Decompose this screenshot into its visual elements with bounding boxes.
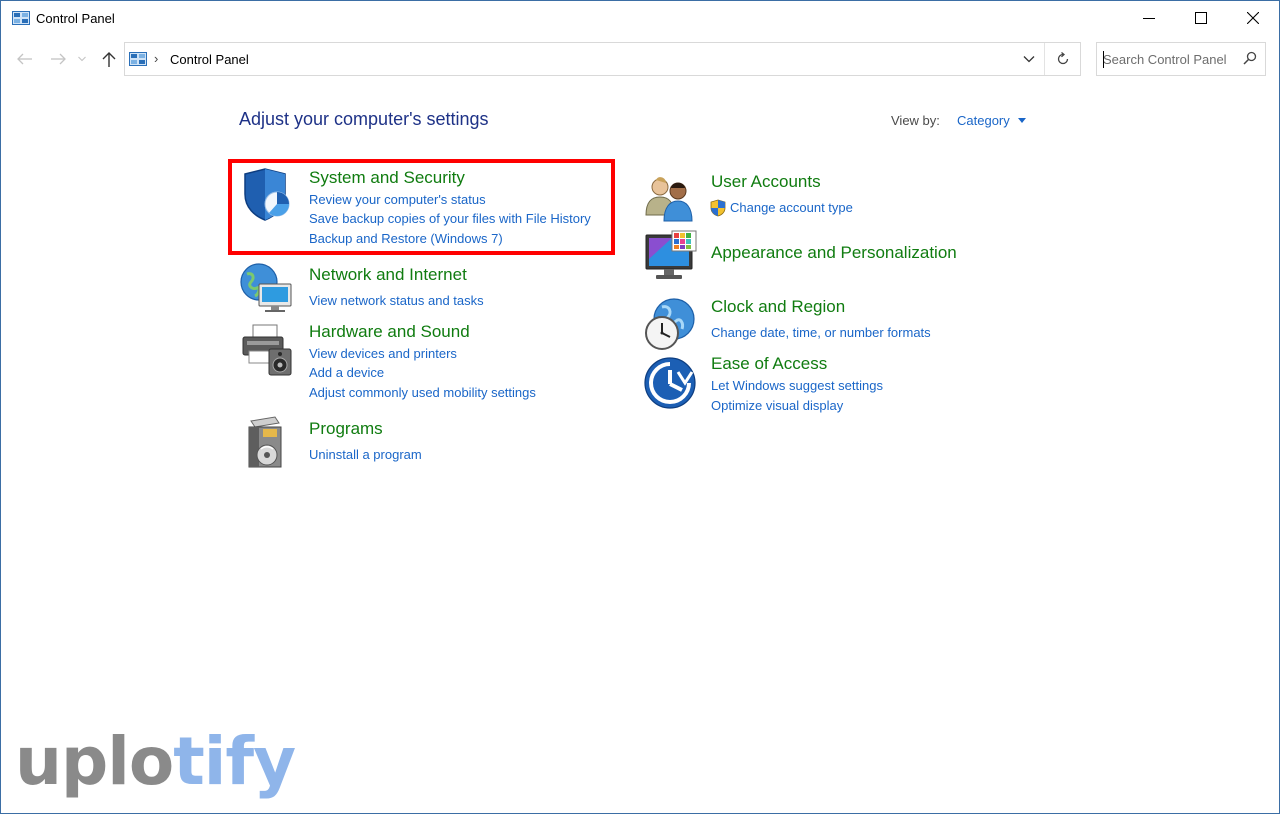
highlight-box — [228, 159, 615, 255]
watermark-logo: uplotify — [15, 723, 296, 800]
printer-icon[interactable] — [239, 321, 295, 377]
forward-arrow-icon — [51, 53, 66, 65]
control-panel-icon — [129, 52, 147, 66]
network-status-link[interactable]: View network status and tasks — [309, 293, 484, 308]
optimize-display-link[interactable]: Optimize visual display — [711, 398, 843, 413]
control-panel-icon — [12, 11, 30, 25]
uninstall-program-link[interactable]: Uninstall a program — [309, 447, 422, 462]
programs-link[interactable]: Programs — [309, 419, 383, 439]
view-by-label: View by: — [891, 113, 940, 128]
address-dropdown-button[interactable] — [1014, 43, 1044, 75]
up-button[interactable] — [96, 45, 122, 73]
search-box[interactable] — [1096, 42, 1266, 76]
refresh-icon — [1057, 52, 1069, 65]
search-icon[interactable] — [1243, 51, 1257, 65]
back-button[interactable] — [12, 45, 38, 73]
user-accounts-link[interactable]: User Accounts — [711, 172, 821, 192]
maximize-icon — [1195, 12, 1207, 24]
network-internet-link[interactable]: Network and Internet — [309, 265, 467, 285]
breadcrumb-separator-icon: › — [154, 51, 159, 66]
programs-box-icon[interactable] — [239, 415, 295, 471]
refresh-button[interactable] — [1046, 43, 1080, 75]
title-bar[interactable]: Control Panel — [1, 1, 1279, 37]
watermark-part-1: uplo — [15, 723, 174, 800]
clock-region-link[interactable]: Clock and Region — [711, 297, 845, 317]
minimize-button[interactable] — [1123, 1, 1175, 35]
user-accounts-icon[interactable] — [642, 171, 698, 227]
search-input[interactable] — [1103, 50, 1238, 68]
appearance-monitor-icon[interactable] — [642, 229, 698, 285]
ease-of-access-link[interactable]: Ease of Access — [711, 354, 827, 374]
breadcrumb-control-panel[interactable]: Control Panel — [170, 52, 249, 67]
page-heading: Adjust your computer's settings — [239, 109, 489, 129]
window-title: Control Panel — [36, 11, 115, 26]
control-panel-window: Control Panel › Control Panel Search Con… — [0, 0, 1280, 814]
maximize-button[interactable] — [1175, 1, 1227, 35]
minimize-icon — [1143, 18, 1155, 19]
network-globe-icon[interactable] — [239, 260, 295, 316]
address-divider — [1044, 43, 1045, 75]
view-by-arrow-icon[interactable] — [1018, 118, 1026, 123]
date-time-formats-link[interactable]: Change date, time, or number formats — [711, 325, 931, 340]
recent-locations-button[interactable] — [73, 45, 91, 73]
hardware-sound-link[interactable]: Hardware and Sound — [309, 322, 470, 342]
close-button[interactable] — [1227, 1, 1279, 35]
close-icon — [1247, 12, 1259, 24]
text-caret — [1103, 51, 1104, 68]
back-arrow-icon — [17, 53, 32, 65]
uac-shield-icon — [710, 199, 726, 217]
forward-button[interactable] — [45, 45, 71, 73]
chevron-down-icon — [1023, 56, 1035, 63]
view-by-dropdown[interactable]: Category — [957, 113, 1010, 128]
appearance-personalization-link[interactable]: Appearance and Personalization — [711, 243, 957, 263]
mobility-settings-link[interactable]: Adjust commonly used mobility settings — [309, 385, 536, 400]
address-bar[interactable]: › Control Panel — [124, 42, 1081, 76]
ease-of-access-icon[interactable] — [642, 354, 698, 410]
clock-globe-icon[interactable] — [642, 295, 698, 351]
up-arrow-icon — [102, 52, 116, 67]
change-account-type-link[interactable]: Change account type — [730, 200, 853, 215]
add-device-link[interactable]: Add a device — [309, 365, 384, 380]
chevron-down-icon — [78, 56, 86, 62]
devices-printers-link[interactable]: View devices and printers — [309, 346, 457, 361]
suggest-settings-link[interactable]: Let Windows suggest settings — [711, 378, 883, 393]
watermark-part-2: tify — [173, 723, 296, 800]
